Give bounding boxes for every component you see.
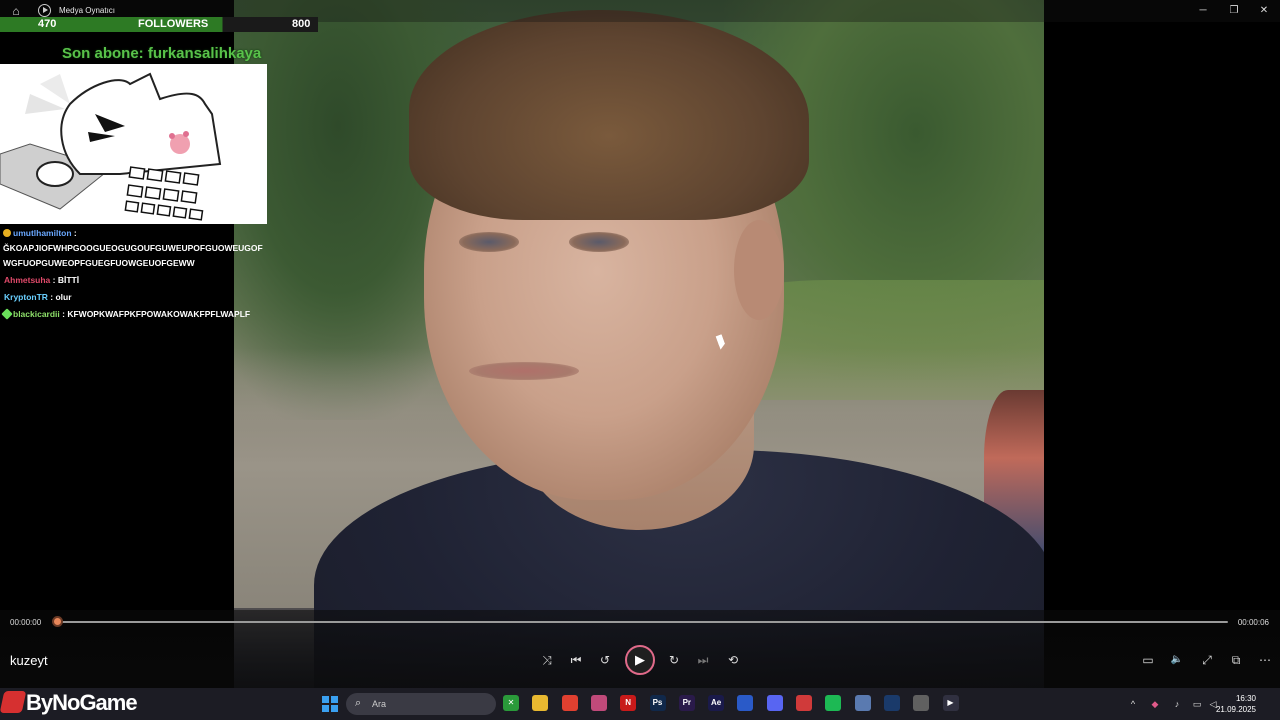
followers-goal-bar: 470 FOLLOWERS 800 — [0, 17, 318, 32]
taskbar-premiere-icon[interactable]: Pr — [678, 695, 695, 711]
cast-icon[interactable]: ⧉ — [1227, 651, 1245, 669]
bynogame-mark-icon — [0, 691, 27, 713]
maximize-button[interactable]: ❐ — [1226, 3, 1242, 19]
minimize-button[interactable]: ─ — [1195, 3, 1211, 19]
chat-overlay: umutlhamilton : ĞKOAPJIOFWHPGOOGUEOGUGOU… — [0, 226, 268, 322]
taskbar-photoshop-icon[interactable]: Ps — [649, 695, 666, 711]
man-ear — [734, 220, 784, 320]
taskbar-chrome-icon[interactable] — [561, 695, 578, 711]
chat-username: umutlhamilton — [13, 228, 72, 238]
taskbar-discord-icon[interactable] — [766, 695, 783, 711]
taskbar-search[interactable]: ⌕ Ara — [346, 693, 496, 715]
window-title: Medya Oynatıcı — [59, 6, 116, 15]
chat-username: Ahmetsuha — [4, 275, 51, 285]
close-button[interactable]: ✕ — [1256, 3, 1272, 19]
previous-icon[interactable]: ⏮ — [567, 651, 585, 669]
forward-icon[interactable]: ↻ — [665, 651, 683, 669]
chat-message-text: BİTTİ — [57, 275, 80, 285]
chat-username: KryptonTR — [4, 292, 48, 302]
seek-thumb[interactable] — [52, 616, 63, 627]
man-eye-left — [459, 232, 519, 252]
media-player-icon — [38, 4, 51, 17]
followers-current: 470 — [38, 18, 57, 30]
taskbar-netflix-icon[interactable]: N — [620, 695, 637, 711]
network-icon[interactable]: ▭ — [1192, 699, 1202, 709]
chat-message-text: KFWOPKWAFPKFPOWAKOWAKFPFLWAPLF — [67, 309, 251, 319]
chat-username: blackicardii — [13, 309, 60, 319]
search-placeholder: Ara — [372, 699, 387, 709]
taskbar-media-player-icon[interactable]: ▶ — [942, 695, 959, 711]
chat-message-text: olur — [55, 292, 72, 302]
video-frame[interactable] — [234, 0, 1044, 688]
chat-badge-icon — [1, 308, 13, 320]
chat-message-text: ĞKOAPJIOFWHPGOOGUEOGUGOUFGUWEUPOFGUOWEUG… — [3, 243, 263, 253]
taskbar-app-red-icon[interactable] — [796, 695, 812, 711]
media-title: kuzeyt — [10, 653, 48, 668]
man-eye-right — [569, 232, 629, 252]
chat-message: Ahmetsuha : BİTTİ — [4, 275, 80, 285]
clock-date[interactable]: 21.09.2025 — [1216, 705, 1256, 714]
home-icon[interactable]: ⌂ — [9, 4, 23, 18]
start-icon[interactable] — [322, 696, 338, 712]
chat-message: umutlhamilton : — [0, 226, 268, 241]
man-mouth — [469, 362, 579, 380]
taskbar-app-pink-icon[interactable] — [590, 695, 607, 711]
current-time: 00:00:00 — [10, 618, 42, 627]
rewind-icon[interactable]: ↺ — [596, 651, 614, 669]
shuffle-icon[interactable]: ⤨ — [538, 651, 556, 669]
search-icon: ⌕ — [355, 697, 362, 709]
microphone-icon[interactable]: ♪ — [1172, 699, 1182, 709]
taskbar — [0, 688, 1280, 720]
screen: ⌂ Medya Oynatıcı ─ ❐ ✕ 470 FOLLOWERS 800… — [0, 0, 1280, 720]
chat-message: KryptonTR : olur — [4, 292, 72, 302]
taskbar-files-icon[interactable] — [532, 695, 549, 711]
fullscreen-icon[interactable]: ⤢ — [1198, 651, 1216, 669]
player-controls: 00:00:00 00:00:06 kuzeyt ⤨ ⏮ ↺ ▶ ↻ ⏭ ⟲ ▭… — [0, 610, 1280, 688]
miniplayer-icon[interactable]: ▭ — [1139, 651, 1157, 669]
seek-bar[interactable] — [57, 621, 1228, 623]
taskbar-steam-icon[interactable] — [883, 695, 900, 711]
total-time: 00:00:06 — [1237, 618, 1269, 627]
followers-goal: 800 — [292, 18, 311, 30]
chevron-up-icon[interactable]: ^ — [1128, 699, 1138, 709]
repeat-icon[interactable]: ⟲ — [724, 651, 742, 669]
taskbar-app-blue-icon[interactable] — [737, 695, 754, 711]
last-subscriber-text: Son abone: furkansalihkaya — [62, 45, 262, 62]
play-button[interactable]: ▶ — [625, 645, 655, 675]
bynogame-logo: ByNoGame — [0, 690, 138, 718]
followers-label: FOLLOWERS — [138, 18, 209, 30]
system-tray: ^ ◆ ♪ ▭ ◁ — [1124, 692, 1224, 716]
taskbar-after-effects-icon[interactable]: Ae — [708, 695, 725, 711]
taskbar-app-chrome2-icon[interactable] — [913, 695, 930, 711]
tray-app-icon[interactable]: ◆ — [1150, 699, 1160, 709]
more-options-icon[interactable]: ⋯ — [1256, 651, 1274, 669]
chat-message-text: WGFUOPGUWEOPFGUEGFUOWGEUOFGEWW — [3, 258, 195, 268]
taskbar-xbox-icon[interactable]: ✕ — [503, 695, 519, 711]
chat-badge-icon — [3, 229, 11, 237]
clock-time[interactable]: 16:30 — [1236, 694, 1256, 703]
next-icon[interactable]: ⏭ — [694, 651, 712, 669]
volume-icon[interactable]: 🔈 — [1168, 651, 1186, 669]
taskbar-spotify-icon[interactable] — [825, 695, 842, 711]
taskbar-app-cube-icon[interactable] — [854, 695, 871, 711]
cat-typing-illustration — [0, 72, 267, 224]
cat-overlay — [0, 64, 267, 224]
chat-message: blackicardii : KFWOPKWAFPKFPOWAKOWAKFPFL… — [0, 307, 268, 322]
